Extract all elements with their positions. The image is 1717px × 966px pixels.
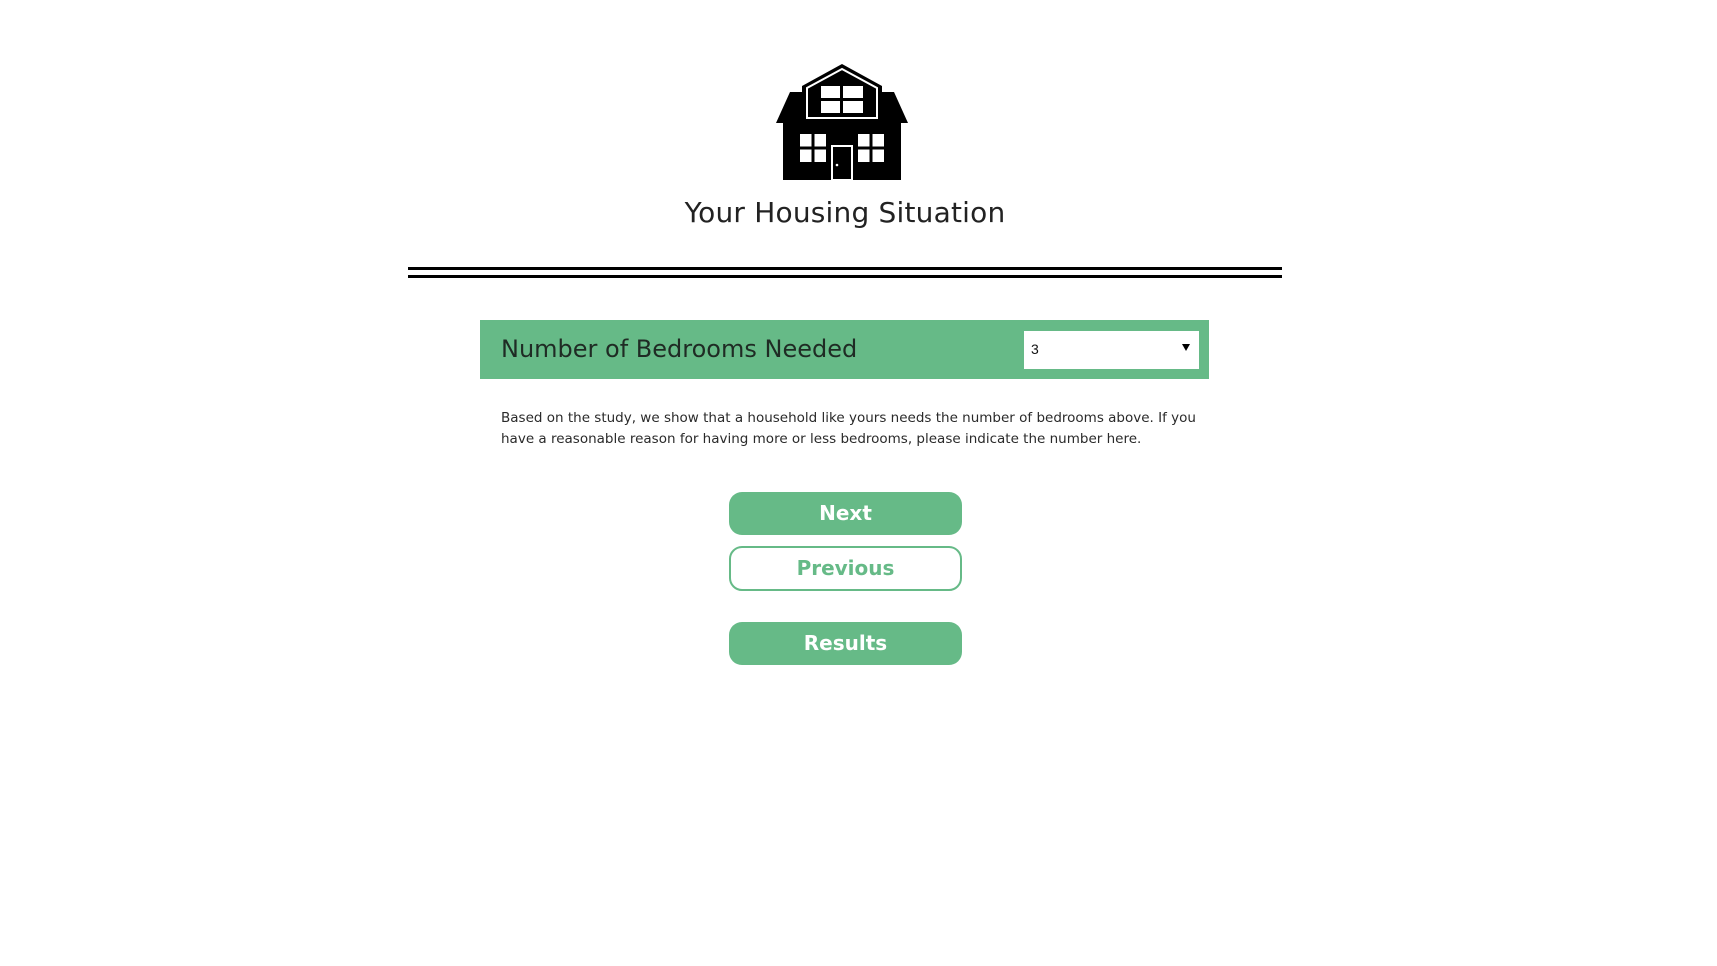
previous-button[interactable]: Previous	[729, 546, 962, 591]
question-description: Based on the study, we show that a house…	[501, 410, 1196, 447]
double-divider	[408, 267, 1282, 278]
divider-line-top	[408, 267, 1282, 270]
question-label: Number of Bedrooms Needed	[501, 335, 858, 363]
next-button[interactable]: Next	[729, 492, 962, 535]
divider-line-bottom	[408, 275, 1282, 278]
page: Your Housing Situation Number of Bedroom…	[0, 0, 1717, 966]
page-title: Your Housing Situation	[684, 196, 1006, 229]
bedrooms-select[interactable]: 3	[1024, 331, 1199, 369]
question-header: Number of Bedrooms Needed 3	[480, 320, 1209, 379]
results-button[interactable]: Results	[729, 622, 962, 665]
house-icon	[776, 64, 908, 180]
chevron-down-icon	[1182, 344, 1190, 351]
bedrooms-select-value: 3	[1031, 341, 1039, 357]
